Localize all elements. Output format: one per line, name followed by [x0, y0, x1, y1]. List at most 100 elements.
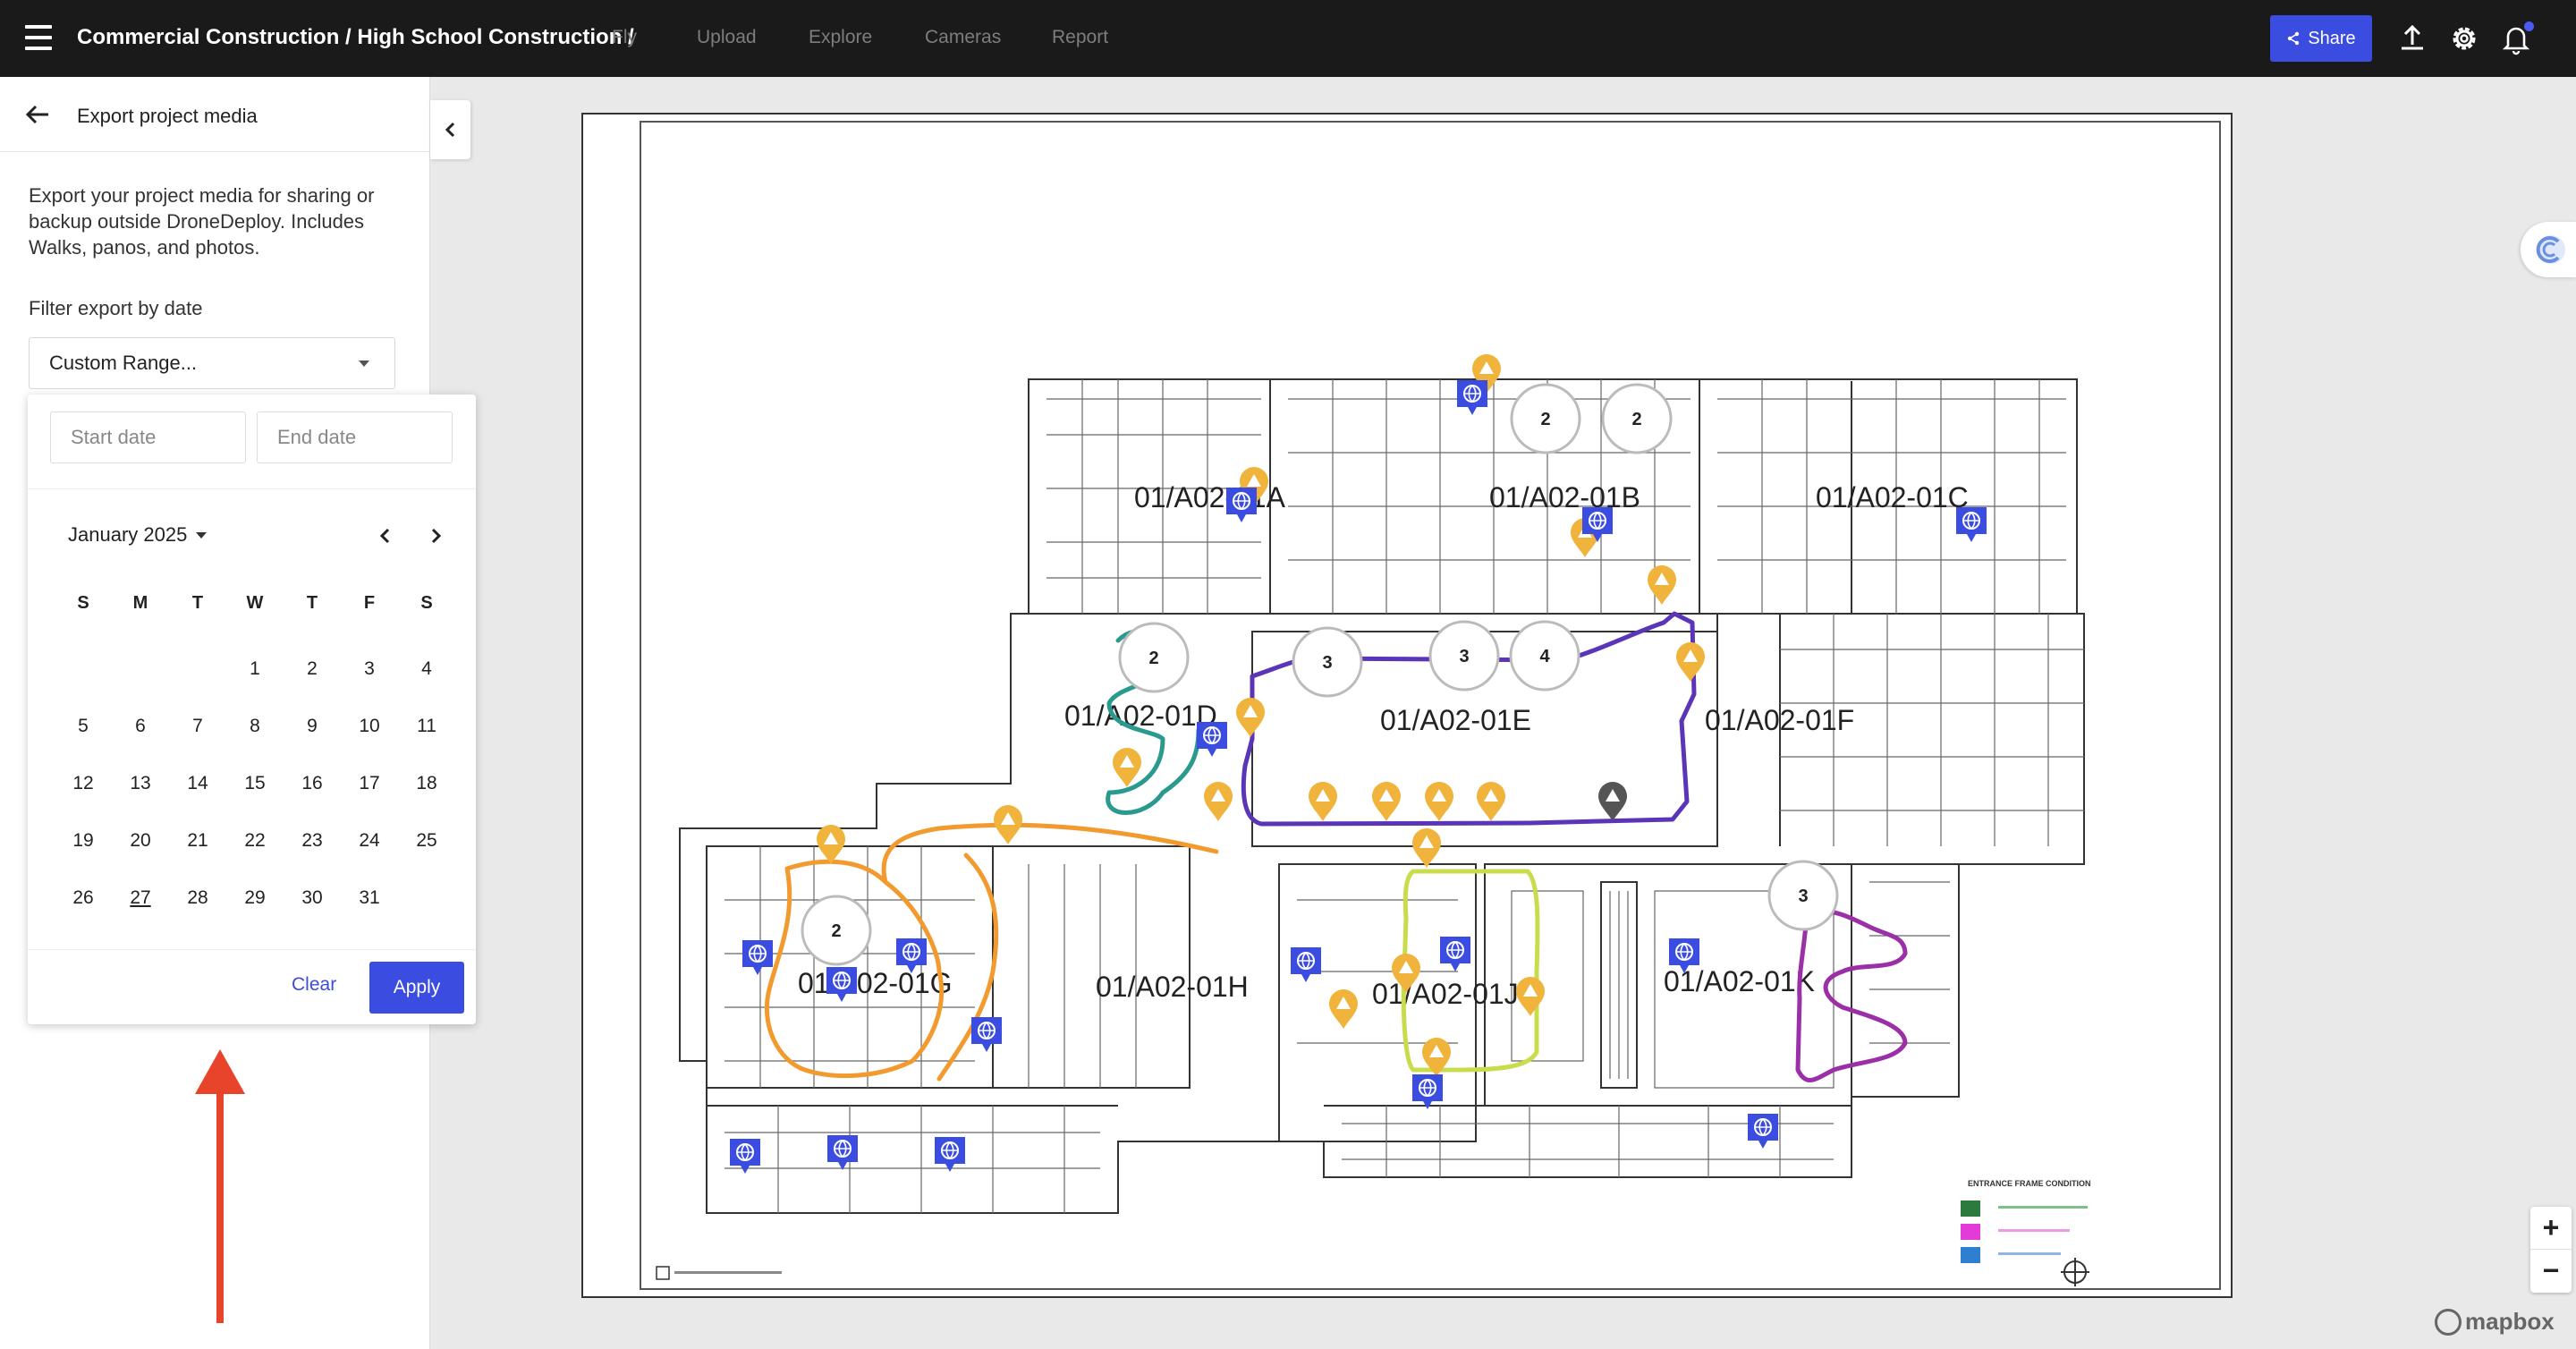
calendar-day[interactable]: 11	[398, 704, 455, 749]
legend-swatch	[1961, 1247, 1980, 1263]
back-arrow-icon[interactable]	[23, 100, 52, 129]
area-label: 01/A02-01J	[1372, 978, 1519, 1010]
calendar-day[interactable]: 27	[112, 876, 169, 921]
apply-button[interactable]: Apply	[369, 962, 464, 1014]
calendar-day[interactable]: 31	[341, 876, 398, 921]
area-label: 01/A02-01K	[1664, 965, 1815, 997]
calendar-day[interactable]: 24	[341, 819, 398, 863]
calendar-day[interactable]: 5	[55, 704, 112, 749]
issue-pin[interactable]	[1516, 977, 1545, 1016]
gear-icon[interactable]	[2447, 21, 2481, 55]
calendar-day[interactable]: 28	[169, 876, 226, 921]
calendar-day[interactable]: 10	[341, 704, 398, 749]
zoom-in-button[interactable]: +	[2530, 1207, 2572, 1250]
share-button[interactable]: Share	[2270, 15, 2372, 62]
upload-icon[interactable]	[2395, 21, 2429, 55]
title-block	[656, 1266, 782, 1280]
date-filter-select[interactable]: Custom Range...	[29, 337, 395, 389]
pano-pin[interactable]	[971, 1017, 1002, 1052]
pano-pin[interactable]	[1291, 947, 1321, 982]
issue-pin[interactable]	[1648, 565, 1676, 605]
pano-pin[interactable]	[1412, 1074, 1443, 1109]
month-label: January 2025	[68, 523, 188, 546]
closed-issue-pin[interactable]	[1598, 782, 1627, 821]
pano-pin[interactable]	[1956, 507, 1987, 542]
divider	[28, 949, 476, 950]
pano-pin[interactable]	[1226, 488, 1257, 522]
prev-month-icon[interactable]	[372, 522, 399, 549]
share-icon	[2288, 31, 2300, 46]
nav-explore[interactable]: Explore	[809, 27, 872, 48]
pano-pin[interactable]	[1197, 722, 1227, 757]
start-date-input[interactable]	[50, 411, 246, 463]
panel-title: Export project media	[77, 105, 258, 127]
pano-pin[interactable]	[827, 1135, 858, 1170]
calendar-day[interactable]: 2	[284, 647, 341, 691]
calendar-day[interactable]: 7	[169, 704, 226, 749]
calendar-day[interactable]: 14	[169, 761, 226, 806]
area-label: 01/A02-01C	[1816, 481, 1969, 513]
calendar-day[interactable]: 4	[398, 647, 455, 691]
breadcrumb[interactable]: Commercial Construction / High School Co…	[77, 25, 634, 50]
issue-pin[interactable]	[1676, 642, 1705, 682]
issue-pin[interactable]	[1309, 782, 1337, 821]
calendar-day[interactable]: 8	[226, 704, 284, 749]
issue-pin[interactable]	[1113, 748, 1141, 787]
calendar-day[interactable]: 3	[341, 647, 398, 691]
month-select[interactable]: January 2025	[68, 523, 208, 547]
pano-pin[interactable]	[1440, 937, 1470, 971]
calendar-day[interactable]: 9	[284, 704, 341, 749]
issue-pin[interactable]	[1372, 782, 1401, 821]
next-month-icon[interactable]	[422, 522, 449, 549]
pano-pin[interactable]	[1457, 380, 1487, 415]
calendar-day[interactable]: 19	[55, 819, 112, 863]
cluster-count: 2	[1148, 649, 1158, 668]
legend-swatch	[1961, 1201, 1980, 1217]
chevron-left-icon	[445, 122, 455, 138]
nav-upload[interactable]: Upload	[697, 27, 757, 48]
calendar-day[interactable]: 15	[226, 761, 284, 806]
cluster-count: 2	[831, 921, 841, 941]
issue-pin[interactable]	[1477, 782, 1505, 821]
collapse-panel-button[interactable]	[430, 100, 470, 159]
end-date-input[interactable]	[257, 411, 453, 463]
walk-path-lime[interactable]	[1401, 869, 1540, 1073]
issue-pin[interactable]	[1236, 698, 1265, 737]
calendar-day[interactable]: 18	[398, 761, 455, 806]
calendar-day[interactable]: 30	[284, 876, 341, 921]
pano-pin[interactable]	[935, 1137, 965, 1172]
nav-fly[interactable]: Fly	[612, 27, 637, 48]
calendar-day[interactable]: 20	[112, 819, 169, 863]
calendar-day[interactable]: 29	[226, 876, 284, 921]
issue-pin[interactable]	[1412, 828, 1441, 868]
floor-plan[interactable]: 01/A02-01A 01/A02-01B 01/A02-01C 01/A02-…	[581, 113, 2233, 1298]
date-range-picker: January 2025 SMTWTFS 1234567891011121314…	[28, 395, 476, 1024]
calendar-day[interactable]: 6	[112, 704, 169, 749]
issue-pin[interactable]	[1425, 782, 1453, 821]
nav-report[interactable]: Report	[1052, 27, 1108, 48]
pano-pin[interactable]	[742, 940, 773, 975]
menu-icon[interactable]	[25, 25, 52, 50]
pano-pin[interactable]	[1748, 1114, 1778, 1149]
issue-pin[interactable]	[1204, 782, 1233, 821]
nav-cameras[interactable]: Cameras	[925, 27, 1001, 48]
calendar-day[interactable]: 16	[284, 761, 341, 806]
assistant-button[interactable]	[2521, 222, 2576, 277]
calendar-day[interactable]: 1	[226, 647, 284, 691]
clear-button[interactable]: Clear	[292, 974, 336, 996]
issue-pin[interactable]	[994, 805, 1022, 844]
calendar-day[interactable]: 23	[284, 819, 341, 863]
calendar-day[interactable]: 13	[112, 761, 169, 806]
calendar-day[interactable]: 25	[398, 819, 455, 863]
issue-pin[interactable]	[817, 825, 845, 864]
issue-pin[interactable]	[1329, 989, 1358, 1029]
annotation-arrow	[195, 1049, 245, 1323]
cluster-count: 2	[1631, 410, 1641, 429]
calendar-day[interactable]: 12	[55, 761, 112, 806]
calendar-day[interactable]: 26	[55, 876, 112, 921]
calendar-day[interactable]: 21	[169, 819, 226, 863]
calendar-day[interactable]: 17	[341, 761, 398, 806]
north-arrow-icon	[2061, 1258, 2089, 1286]
zoom-out-button[interactable]: −	[2530, 1250, 2572, 1293]
calendar-day[interactable]: 22	[226, 819, 284, 863]
